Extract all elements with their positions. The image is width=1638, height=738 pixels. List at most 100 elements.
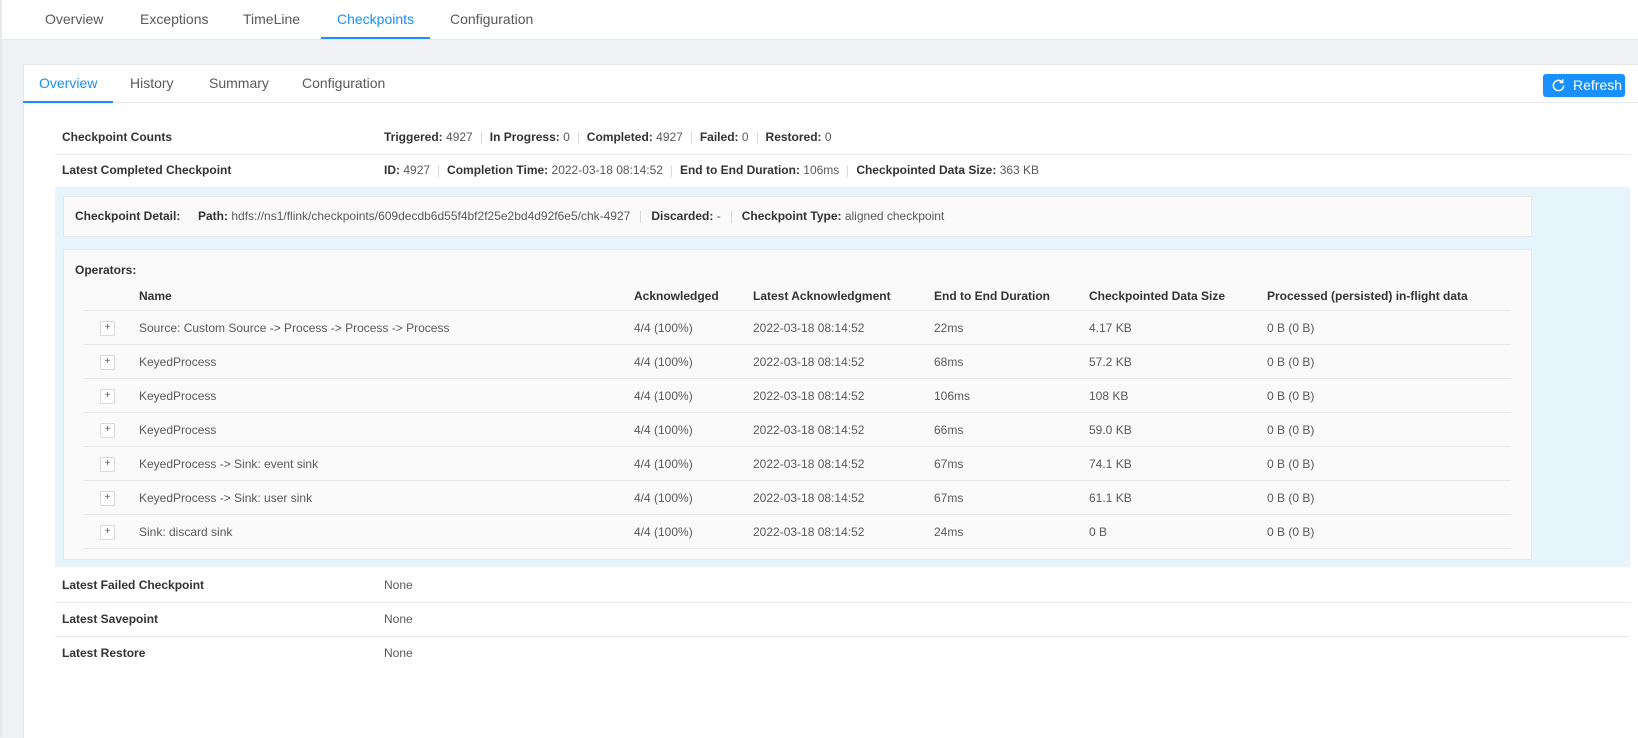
table-row[interactable]: + KeyedProcess 4/4 (100%) 2022-03-18 08:14:… (84, 378, 1511, 413)
latest-restore-row: Latest Restore None (55, 636, 1630, 670)
data-size-value: 0 B (1089, 514, 1267, 549)
acknowledged-value: 4/4 (100%) (634, 446, 753, 481)
column-header-duration: End to End Duration (934, 282, 1089, 311)
checkpoint-type-key: Checkpoint Type: (741, 209, 842, 223)
refresh-button[interactable]: Refresh (1543, 74, 1625, 97)
completion-time-value: 2022-03-18 08:14:52 (551, 163, 663, 177)
separator (577, 131, 579, 144)
latest-completed-row: Latest Completed Checkpoint ID: 4927 Comp… (55, 153, 1630, 187)
restored-key: Restored: (765, 130, 822, 144)
separator (438, 164, 440, 177)
latest-ack-value: 2022-03-18 08:14:52 (753, 378, 934, 413)
column-header-data-size: Checkpointed Data Size (1089, 282, 1267, 311)
path-key: Path: (198, 209, 228, 223)
column-header-name: Name (139, 282, 634, 311)
expand-row-button[interactable]: + (100, 321, 115, 336)
duration-value: 106ms (803, 163, 840, 177)
subtab-overview-label: Overview (39, 75, 98, 91)
job-tabs: Overview Exceptions TimeLine Checkpoints… (2, 0, 1638, 40)
operators-table-body: + Source: Custom Source -> Process -> Pro… (84, 310, 1511, 549)
tab-checkpoints[interactable]: Checkpoints (321, 0, 431, 39)
tab-exceptions[interactable]: Exceptions (140, 0, 208, 39)
checkpoint-type-value: aligned checkpoint (844, 209, 945, 223)
latest-completed-label: Latest Completed Checkpoint (62, 163, 232, 177)
tab-configuration[interactable]: Configuration (450, 0, 533, 39)
active-tab-indicator (321, 37, 431, 39)
separator (730, 210, 732, 223)
table-row[interactable]: + KeyedProcess -> Sink: event sink 4/4 (10… (84, 446, 1511, 481)
data-size-value: 363 KB (999, 163, 1040, 177)
latest-failed-value: None (384, 578, 413, 592)
table-row[interactable]: + Sink: discard sink 4/4 (100%) 2022-03-18 … (84, 514, 1511, 549)
checkpoint-counts-values: Triggered: 4927 In Progress: 0 Completed: … (384, 120, 832, 154)
duration-value: 106ms (934, 378, 1089, 413)
latest-failed-row: Latest Failed Checkpoint None (55, 568, 1630, 603)
data-size-value: 59.0 KB (1089, 412, 1267, 447)
expand-row-button[interactable]: + (100, 491, 115, 506)
expand-row-button[interactable]: + (100, 355, 115, 370)
failed-value: 0 (741, 130, 749, 144)
table-row[interactable]: + KeyedProcess 4/4 (100%) 2022-03-18 08:14:… (84, 412, 1511, 447)
operators-title: Operators: (75, 263, 137, 277)
table-row[interactable]: + KeyedProcess -> Sink: user sink 4/4 (100… (84, 480, 1511, 515)
tab-overview[interactable]: Overview (45, 0, 103, 39)
failed-key: Failed: (699, 130, 739, 144)
duration-value: 67ms (934, 446, 1089, 481)
latest-ack-value: 2022-03-18 08:14:52 (753, 480, 934, 515)
completed-key: Completed: (586, 130, 653, 144)
data-size-value: 74.1 KB (1089, 446, 1267, 481)
processed-value: 0 B (0 B) (1267, 412, 1511, 447)
completion-time-key: Completion Time: (447, 163, 549, 177)
latest-restore-value: None (384, 646, 413, 660)
table-header-row: Name Acknowledged Latest Acknowledgment … (84, 282, 1511, 311)
latest-savepoint-row: Latest Savepoint None (55, 602, 1630, 637)
subtab-summary[interactable]: Summary (209, 65, 269, 102)
expand-row-button[interactable]: + (100, 389, 115, 404)
triggered-value: 4927 (446, 130, 473, 144)
operator-name: KeyedProcess -> Sink: event sink (139, 446, 634, 481)
expand-row-button[interactable]: + (100, 457, 115, 472)
processed-value: 0 B (0 B) (1267, 480, 1511, 515)
checkpoint-counts-label: Checkpoint Counts (62, 130, 172, 144)
separator (480, 131, 482, 144)
expand-row-button[interactable]: + (100, 423, 115, 438)
active-subtab-indicator (23, 101, 114, 103)
duration-value: 67ms (934, 480, 1089, 515)
subtab-overview[interactable]: Overview (23, 65, 114, 103)
processed-value: 0 B (0 B) (1267, 514, 1511, 549)
table-row[interactable]: + Source: Custom Source -> Process -> Pro… (84, 310, 1511, 345)
expand-cell: + (84, 344, 139, 379)
restored-value: 0 (824, 130, 832, 144)
column-header-acknowledged: Acknowledged (634, 282, 753, 311)
data-size-value: 61.1 KB (1089, 480, 1267, 515)
left-divider (0, 0, 2, 737)
subtab-configuration[interactable]: Configuration (302, 65, 385, 102)
duration-value: 24ms (934, 514, 1089, 549)
table-row[interactable]: + KeyedProcess 4/4 (100%) 2022-03-18 08:14:… (84, 344, 1511, 379)
id-key: ID: (384, 163, 400, 177)
checkpoint-detail-box: Checkpoint Detail: Path: hdfs://ns1/flin… (63, 196, 1532, 237)
triggered-key: Triggered: (384, 130, 443, 144)
completed-value: 4927 (656, 130, 683, 144)
data-size-key: Checkpointed Data Size: (856, 163, 997, 177)
processed-value: 0 B (0 B) (1267, 310, 1511, 345)
latest-completed-values: ID: 4927 Completion Time: 2022-03-18 08:1… (384, 153, 1039, 187)
checkpoint-detail-area: Checkpoint Detail: Path: hdfs://ns1/flin… (55, 187, 1630, 567)
processed-value: 0 B (0 B) (1267, 446, 1511, 481)
latest-ack-value: 2022-03-18 08:14:52 (753, 446, 934, 481)
expand-cell: + (84, 310, 139, 345)
expand-column-header (84, 282, 139, 311)
data-size-value: 57.2 KB (1089, 344, 1267, 379)
duration-value: 68ms (934, 344, 1089, 379)
operator-name: KeyedProcess (139, 344, 634, 379)
id-value: 4927 (403, 163, 431, 177)
subtab-history[interactable]: History (130, 65, 174, 102)
expand-cell: + (84, 446, 139, 481)
operator-name: KeyedProcess (139, 378, 634, 413)
processed-value: 0 B (0 B) (1267, 344, 1511, 379)
expand-row-button[interactable]: + (100, 525, 115, 540)
tab-timeline[interactable]: TimeLine (243, 0, 300, 39)
column-header-latest-ack: Latest Acknowledgment (753, 282, 934, 311)
processed-value: 0 B (0 B) (1267, 378, 1511, 413)
refresh-label: Refresh (1573, 77, 1623, 93)
